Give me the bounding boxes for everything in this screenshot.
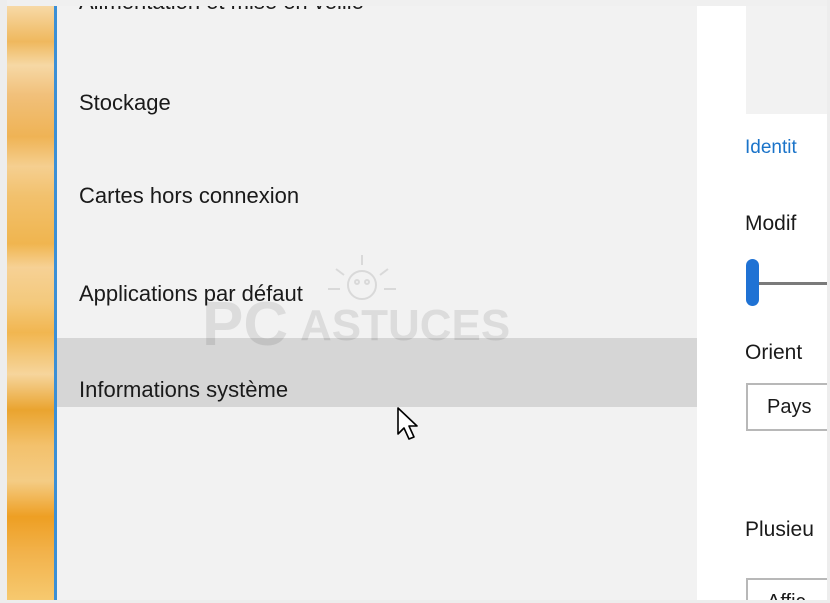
orientation-dropdown-value: Pays [767, 396, 812, 418]
settings-content-pane: Identit Modif Orient Pays Plusieu Affic [697, 6, 827, 600]
nav-item-label: Cartes hors connexion [79, 183, 300, 208]
identify-link[interactable]: Identit [745, 137, 797, 159]
display-preview [746, 6, 827, 114]
scale-slider-track[interactable] [757, 282, 827, 285]
nav-item-label: Applications par défaut [79, 281, 303, 306]
orientation-label: Orient [745, 341, 803, 364]
multiple-displays-dropdown-value: Affic [767, 591, 806, 600]
scale-label: Modif [745, 212, 797, 235]
nav-item-storage[interactable]: Stockage [57, 76, 697, 172]
settings-nav-pane: Alimentation et mise en veille Stockage … [57, 6, 697, 600]
nav-item-label: Alimentation et mise en veille [79, 6, 364, 15]
nav-item-offline-maps[interactable]: Cartes hors connexion [57, 172, 697, 268]
mouse-cursor-icon [397, 407, 418, 440]
multiple-displays-label: Plusieu [745, 518, 814, 541]
nav-item-label: Stockage [79, 90, 171, 115]
orientation-dropdown[interactable]: Pays [746, 383, 827, 431]
window-left-border [0, 0, 7, 603]
nav-item-power-sleep[interactable]: Alimentation et mise en veille [57, 6, 697, 22]
scale-slider-thumb[interactable] [746, 259, 759, 306]
desktop-background-strip [7, 6, 54, 600]
multiple-displays-dropdown[interactable]: Affic [746, 578, 827, 600]
nav-item-system-info[interactable]: Informations système [57, 338, 697, 407]
nav-item-label: Informations système [79, 377, 289, 402]
